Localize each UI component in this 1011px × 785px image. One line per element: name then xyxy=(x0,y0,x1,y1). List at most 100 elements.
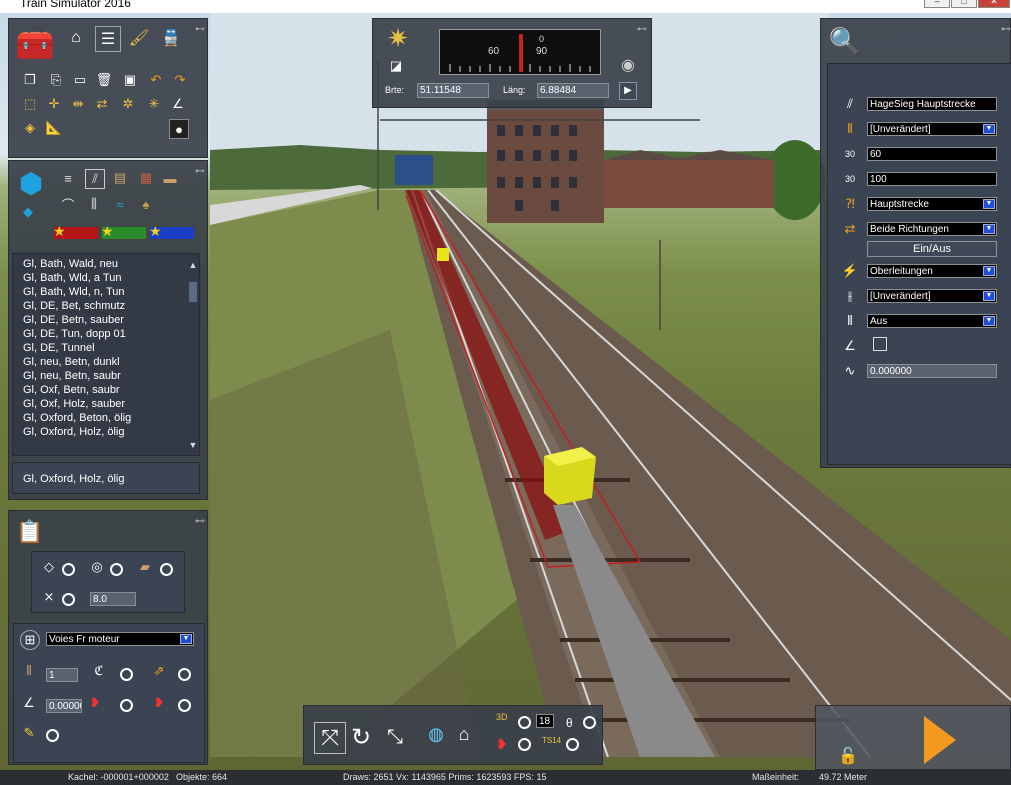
fullscreen-icon[interactable]: ⤧ xyxy=(314,722,346,754)
dropdown-arrow-icon[interactable]: ▼ xyxy=(983,316,995,326)
angle-icon[interactable]: ∠ xyxy=(169,95,187,113)
pencil-radio[interactable] xyxy=(46,729,59,742)
latitude-field[interactable]: 51.11548 xyxy=(417,83,489,98)
scroll-down-icon[interactable]: ▼ xyxy=(188,440,198,450)
list-item[interactable]: Gl, neu, Betn, dunkl xyxy=(23,356,120,370)
pin-icon[interactable]: ⊷ xyxy=(637,25,647,35)
magnet-alt-radio[interactable] xyxy=(178,699,191,712)
route-name-field[interactable]: HageSieg Hauptstrecke xyxy=(867,97,997,111)
brick-icon[interactable]: ▦ xyxy=(137,169,155,187)
lock-icon[interactable]: 🔓 xyxy=(838,746,858,766)
grid-value-field[interactable]: 18 xyxy=(536,714,554,728)
layers-icon[interactable]: ◈ xyxy=(21,119,39,137)
target-radio[interactable] xyxy=(110,563,123,576)
list-item[interactable]: Gl, Bath, Wld, n, Tun xyxy=(23,286,125,300)
home-icon[interactable]: ⌂ xyxy=(64,26,88,50)
gradient-field[interactable]: 0.000000 xyxy=(867,364,997,378)
wood-icon[interactable]: ▤ xyxy=(111,169,129,187)
pipe-icon[interactable]: ⫼ xyxy=(85,195,103,213)
dropdown-arrow-icon[interactable]: ▼ xyxy=(983,224,995,234)
list-item[interactable]: Gl, DE, Bet, schmutz xyxy=(23,300,125,314)
rotate-icon[interactable]: ↻ xyxy=(346,722,376,752)
list-item[interactable]: Gl, neu, Betn, saubr xyxy=(23,370,121,384)
copy-icon[interactable]: ❐ xyxy=(21,71,39,89)
paste-icon[interactable]: ⎘ xyxy=(47,71,65,89)
compass-icon[interactable]: ✷ xyxy=(383,23,413,53)
list-item[interactable]: Gl, Oxford, Beton, ölig xyxy=(23,412,131,426)
three-d-radio[interactable] xyxy=(518,716,531,729)
spacing-input[interactable]: 8.0 xyxy=(90,592,136,606)
ruler-icon[interactable]: 📐 xyxy=(45,119,63,137)
globe-icon[interactable]: ◍ xyxy=(424,722,448,746)
connect-icon[interactable]: ⇄ xyxy=(93,95,111,113)
dropdown-arrow-icon[interactable]: ▼ xyxy=(180,634,192,644)
dropdown-arrow-icon[interactable]: ▼ xyxy=(983,291,995,301)
switch-radio[interactable] xyxy=(178,668,191,681)
minimize-button[interactable]: – xyxy=(924,0,950,8)
dropdown-arrow-icon[interactable]: ▼ xyxy=(983,266,995,276)
list-item[interactable]: Gl, Oxf, Betn, saubr xyxy=(23,384,120,398)
select-icon[interactable]: ⬚ xyxy=(21,95,39,113)
home-small-icon[interactable]: ⌂ xyxy=(452,722,476,746)
monitor-icon[interactable]: ▭ xyxy=(71,71,89,89)
magnifier-icon[interactable]: 🔍 xyxy=(827,23,863,59)
redo-icon[interactable]: ↷ xyxy=(171,71,189,89)
node-icon[interactable]: ✲ xyxy=(119,95,137,113)
undo-icon[interactable]: ↶ xyxy=(147,71,165,89)
plank-icon[interactable]: ▬ xyxy=(161,169,179,187)
asset-list-scrollbar[interactable]: ▲ ▼ xyxy=(188,260,198,450)
dropdown-arrow-icon[interactable]: ▼ xyxy=(983,199,995,209)
asset-list[interactable]: ▲ ▼ Gl, Bath, Wald, neu Gl, Bath, Wld, a … xyxy=(12,253,200,456)
bomb-icon[interactable]: ● xyxy=(169,119,189,139)
gradient-input[interactable]: 0.00000 xyxy=(46,699,82,713)
list-item[interactable]: Gl, Bath, Wld, a Tun xyxy=(23,272,121,286)
maximize-button[interactable]: □ xyxy=(951,0,977,8)
magnet-toolbar-radio[interactable] xyxy=(518,738,531,751)
pin-icon[interactable]: ⊷ xyxy=(195,517,205,527)
go-button[interactable]: ▶ xyxy=(619,82,637,100)
snapshot-icon[interactable]: ▣ xyxy=(121,71,139,89)
train-icon[interactable]: 🚆 xyxy=(159,26,183,50)
arch-icon[interactable]: ⌒ xyxy=(59,195,77,213)
slab-radio[interactable] xyxy=(160,563,173,576)
curve-radio[interactable] xyxy=(120,668,133,681)
move-icon[interactable]: ✛ xyxy=(45,95,63,113)
count-input[interactable]: 1 xyxy=(46,668,78,682)
clipboard-icon[interactable]: 📋 xyxy=(15,517,45,547)
electrification-dropdown[interactable]: Oberleitungen ▼ xyxy=(867,264,997,278)
list-item[interactable]: Gl, Bath, Wald, neu xyxy=(23,258,118,272)
direction-dropdown[interactable]: Beide Richtungen ▼ xyxy=(867,222,997,236)
longitude-field[interactable]: 6.88484 xyxy=(537,83,609,98)
list-item[interactable]: Gl, DE, Betn, sauber xyxy=(23,314,124,328)
list-item[interactable]: Gl, Oxf, Holz, sauber xyxy=(23,398,125,412)
list-item[interactable]: Gl, DE, Tun, dopp 01 xyxy=(23,328,126,342)
dropdown-arrow-icon[interactable]: ▼ xyxy=(983,124,995,134)
camera-icon[interactable]: ◉ xyxy=(621,55,635,75)
scroll-thumb[interactable] xyxy=(189,282,197,302)
slope-checkbox[interactable] xyxy=(873,337,887,351)
rail-icon[interactable]: ≡ xyxy=(59,169,77,187)
ts14-radio[interactable] xyxy=(566,738,579,751)
cube-icon[interactable]: ⬢ xyxy=(13,165,49,201)
small-cube-icon[interactable]: ◆ xyxy=(19,203,37,221)
tunnel-dropdown[interactable]: Aus ▼ xyxy=(867,314,997,328)
pin-icon[interactable]: ⊷ xyxy=(195,25,205,35)
water-icon[interactable]: ≈ xyxy=(111,195,129,213)
toolbox-icon[interactable]: 🧰 xyxy=(13,23,57,63)
bag-icon[interactable]: ♠ xyxy=(137,195,155,213)
scroll-up-icon[interactable]: ▲ xyxy=(188,260,198,270)
delete-icon[interactable]: 🗑 xyxy=(95,71,113,89)
resize-icon[interactable]: ⤡ xyxy=(380,722,410,752)
speed-primary-field[interactable]: 60 xyxy=(867,147,997,161)
track-type-dropdown[interactable]: Hauptstrecke ▼ xyxy=(867,197,997,211)
toggle-button[interactable]: Ein/Aus xyxy=(867,241,997,257)
magnet-radio[interactable] xyxy=(120,699,133,712)
bridge-dropdown[interactable]: [Unverändert] ▼ xyxy=(867,289,997,303)
map-icon[interactable]: ◪ xyxy=(387,57,405,75)
link-radio[interactable] xyxy=(583,716,596,729)
track-icon[interactable]: ☰ xyxy=(95,26,121,52)
profile-dropdown[interactable]: Voies Fr moteur ▼ xyxy=(46,632,194,646)
play-icon[interactable] xyxy=(924,716,956,764)
shape-radio[interactable] xyxy=(62,563,75,576)
pin-icon[interactable]: ⊷ xyxy=(195,167,205,177)
